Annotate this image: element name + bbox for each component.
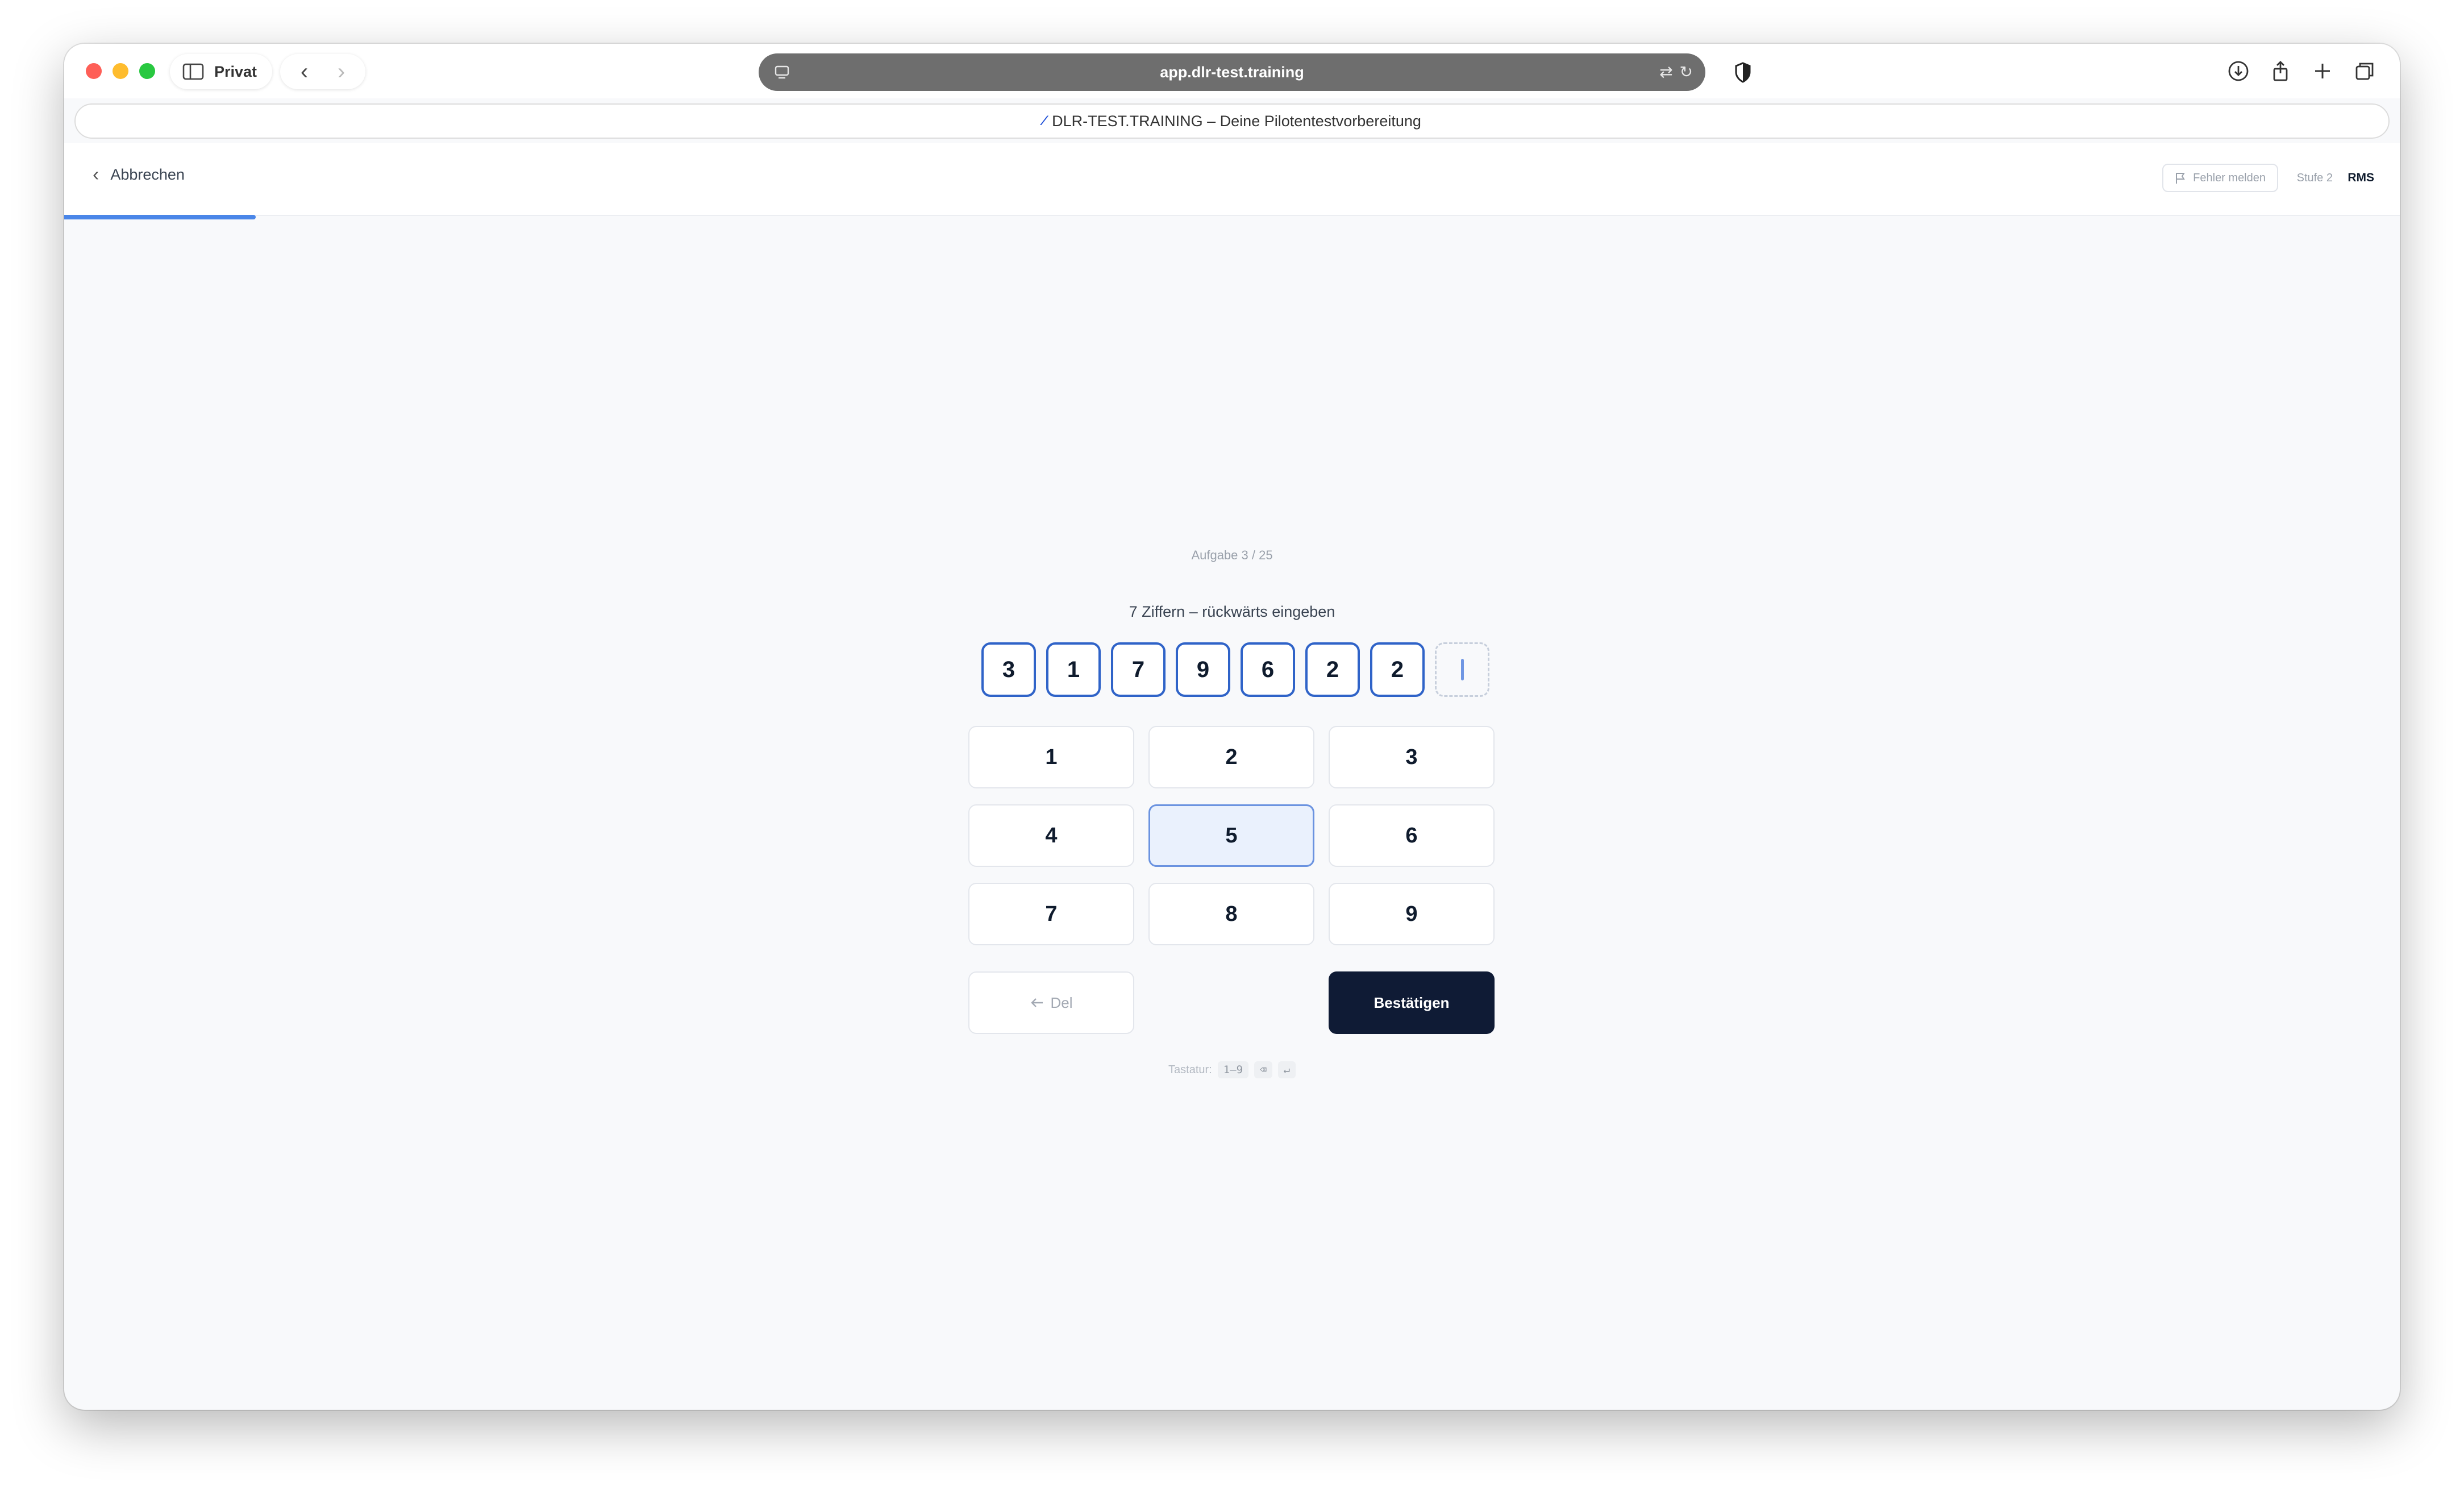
input-caret [1460,659,1464,680]
progress-bar [64,215,2400,219]
entered-digit: 3 [981,642,1036,697]
keypad-key-7[interactable]: 7 [968,883,1134,945]
toolbar-actions [2226,59,2377,84]
forward-icon[interactable]: › [338,60,345,83]
download-icon[interactable] [2226,59,2251,84]
url-text: app.dlr-test.training [1160,63,1304,81]
sidebar-toggle-button[interactable]: Privat [170,54,272,89]
keypad-key-6[interactable]: 6 [1329,804,1495,867]
active-tab[interactable]: ⁄ DLR-TEST.TRAINING – Deine Pilotentestv… [74,103,2390,139]
keypad-key-4[interactable]: 4 [968,804,1134,867]
new-tab-icon[interactable] [2310,59,2335,84]
chevron-left-icon: ‹ [93,164,99,185]
private-profile-label: Privat [214,63,257,80]
delete-button[interactable]: Del [968,971,1134,1034]
confirm-button[interactable]: Bestätigen [1329,971,1495,1034]
digits-key-hint: 1–9 [1217,1061,1249,1078]
digit-entry-row: 3 1 7 9 6 2 2 [981,642,1489,697]
keypad-actions: Del Bestätigen [968,971,1495,1034]
minimize-window-button[interactable] [113,63,128,79]
keypad-key-3[interactable]: 3 [1329,726,1495,788]
browser-window: Privat ‹ › app.dlr-test.training ⇄ ↻ ⁄ D… [64,44,2400,1410]
report-error-button[interactable]: Fehler melden [2162,164,2278,192]
progress-fill [64,215,256,219]
entered-digit: 2 [1305,642,1360,697]
enter-key-hint: ↵ [1277,1061,1296,1078]
next-digit-slot [1435,642,1489,697]
address-bar[interactable]: app.dlr-test.training ⇄ ↻ [759,53,1705,91]
delete-key-hint: ⌫ [1254,1061,1272,1078]
keyboard-hint: Tastatur: 1–9 ⌫ ↵ [64,1061,2400,1078]
zoom-window-button[interactable] [139,63,155,79]
test-code-label: RMS [2348,171,2374,184]
keyboard-hint-label: Tastatur: [1168,1063,1212,1076]
back-icon[interactable]: ‹ [301,60,308,83]
browser-toolbar: Privat ‹ › app.dlr-test.training ⇄ ↻ [64,44,2400,98]
keypad-key-1[interactable]: 1 [968,726,1134,788]
close-window-button[interactable] [86,63,102,79]
app-header: ‹ Abbrechen Fehler melden Stufe 2 RMS [64,143,2400,216]
reload-icon[interactable]: ↻ [1680,63,1693,81]
entered-digit: 6 [1241,642,1295,697]
cancel-button[interactable]: ‹ Abbrechen [93,164,185,186]
cancel-label: Abbrechen [110,166,185,183]
sidebar-icon [182,63,204,80]
keypad-key-9[interactable]: 9 [1329,883,1495,945]
navigation-buttons: ‹ › [280,54,365,89]
share-icon[interactable] [2268,59,2293,84]
entered-digit: 9 [1176,642,1230,697]
delete-label: Del [1050,994,1073,1011]
arrow-left-icon [1031,998,1043,1007]
entered-digit: 1 [1046,642,1101,697]
number-keypad: 1 2 3 4 5 6 7 8 9 [968,726,1495,945]
entered-digit: 7 [1111,642,1166,697]
keypad-key-2[interactable]: 2 [1148,726,1314,788]
tab-overview-icon[interactable] [2352,59,2377,84]
level-label: Stufe 2 [2296,172,2333,184]
entered-digit: 2 [1370,642,1425,697]
keypad-key-5[interactable]: 5 [1148,804,1314,867]
page-settings-icon[interactable] [773,64,790,81]
keypad-key-8[interactable]: 8 [1148,883,1314,945]
flag-icon [2176,173,2185,184]
site-favicon-icon: ⁄ [1043,113,1046,128]
translate-icon[interactable]: ⇄ [1659,63,1672,81]
privacy-shield-icon[interactable] [1726,55,1760,89]
tab-title: DLR-TEST.TRAINING – Deine Pilotentestvor… [1052,112,1421,130]
task-counter: Aufgabe 3 / 25 [1191,548,1273,562]
report-error-label: Fehler melden [2193,171,2266,184]
task-instruction: 7 Ziffern – rückwärts eingeben [1129,603,1335,620]
